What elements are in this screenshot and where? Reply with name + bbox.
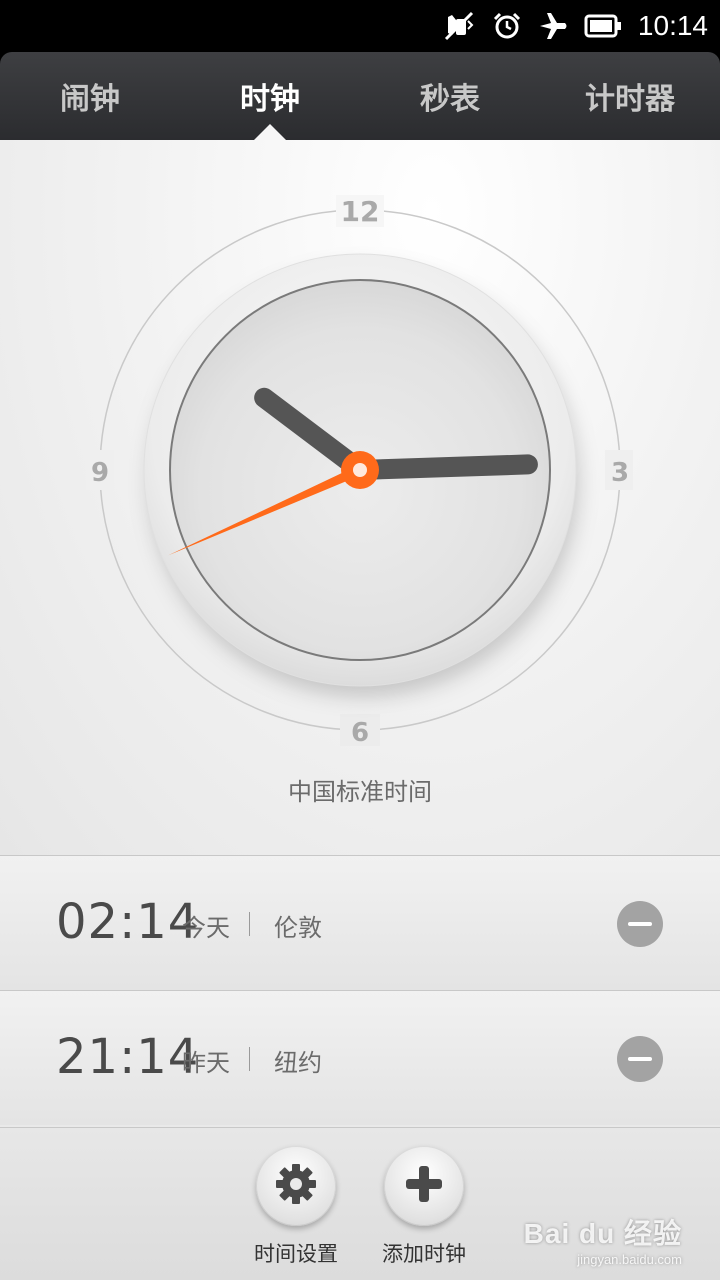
remove-clock-button[interactable]: [617, 901, 663, 947]
numeral-9: 9: [91, 458, 109, 488]
world-clock-city: 伦敦: [274, 914, 322, 942]
minute-hand: [350, 454, 538, 480]
watermark-url: jingyan.baidu.com: [577, 1252, 682, 1267]
gear-icon: [274, 1162, 318, 1210]
analog-clock: 12 3 6 9: [86, 195, 633, 748]
tab-stopwatch[interactable]: 秒表: [360, 52, 540, 140]
world-clock-city: 纽约: [274, 1049, 322, 1077]
active-tab-indicator: [254, 124, 286, 140]
minus-icon: [628, 922, 652, 926]
add-clock-label: 添加时钟: [382, 1242, 466, 1266]
minus-icon: [628, 1057, 652, 1061]
time-settings-button[interactable]: [256, 1146, 336, 1226]
vibrate-off-icon: [442, 11, 476, 41]
status-time: 10:14: [637, 10, 708, 41]
tab-timer[interactable]: 计时器: [540, 52, 720, 140]
numeral-6: 6: [351, 718, 369, 748]
world-clock-day: 今天: [182, 914, 230, 942]
remove-clock-button[interactable]: [617, 1036, 663, 1082]
alarm-icon: [492, 11, 522, 41]
list-item[interactable]: 21:14 昨天 纽约: [0, 990, 720, 1125]
world-clock-list: 02:14 今天 伦敦 21:14 昨天 纽约: [0, 855, 720, 1127]
tab-bar: 闹钟 时钟 秒表 计时器: [0, 52, 720, 140]
baidu-jingyan-watermark: Bai du 经验 jingyan.baidu.com: [524, 1212, 682, 1267]
clock-hub-center: [353, 463, 367, 477]
divider: [249, 912, 250, 936]
airplane-mode-icon: [538, 11, 568, 41]
status-bar: 10:14: [0, 0, 720, 52]
list-item[interactable]: 02:14 今天 伦敦: [0, 855, 720, 990]
add-clock-button[interactable]: [384, 1146, 464, 1226]
divider: [249, 1047, 250, 1071]
clock-panel: 12 3 6 9 中国标准时间: [0, 140, 720, 856]
numeral-3: 3: [611, 458, 629, 488]
time-settings-label: 时间设置: [254, 1242, 338, 1266]
world-clock-time: 21:14: [56, 1029, 200, 1085]
plus-icon: [402, 1162, 446, 1210]
watermark-logo: Bai du 经验: [523, 1218, 682, 1249]
timezone-label: 中国标准时间: [288, 778, 432, 806]
numeral-12: 12: [341, 195, 380, 228]
battery-icon: [584, 13, 622, 39]
world-clock-time: 02:14: [56, 894, 200, 950]
world-clock-day: 昨天: [182, 1049, 230, 1077]
tab-alarm[interactable]: 闹钟: [0, 52, 180, 140]
